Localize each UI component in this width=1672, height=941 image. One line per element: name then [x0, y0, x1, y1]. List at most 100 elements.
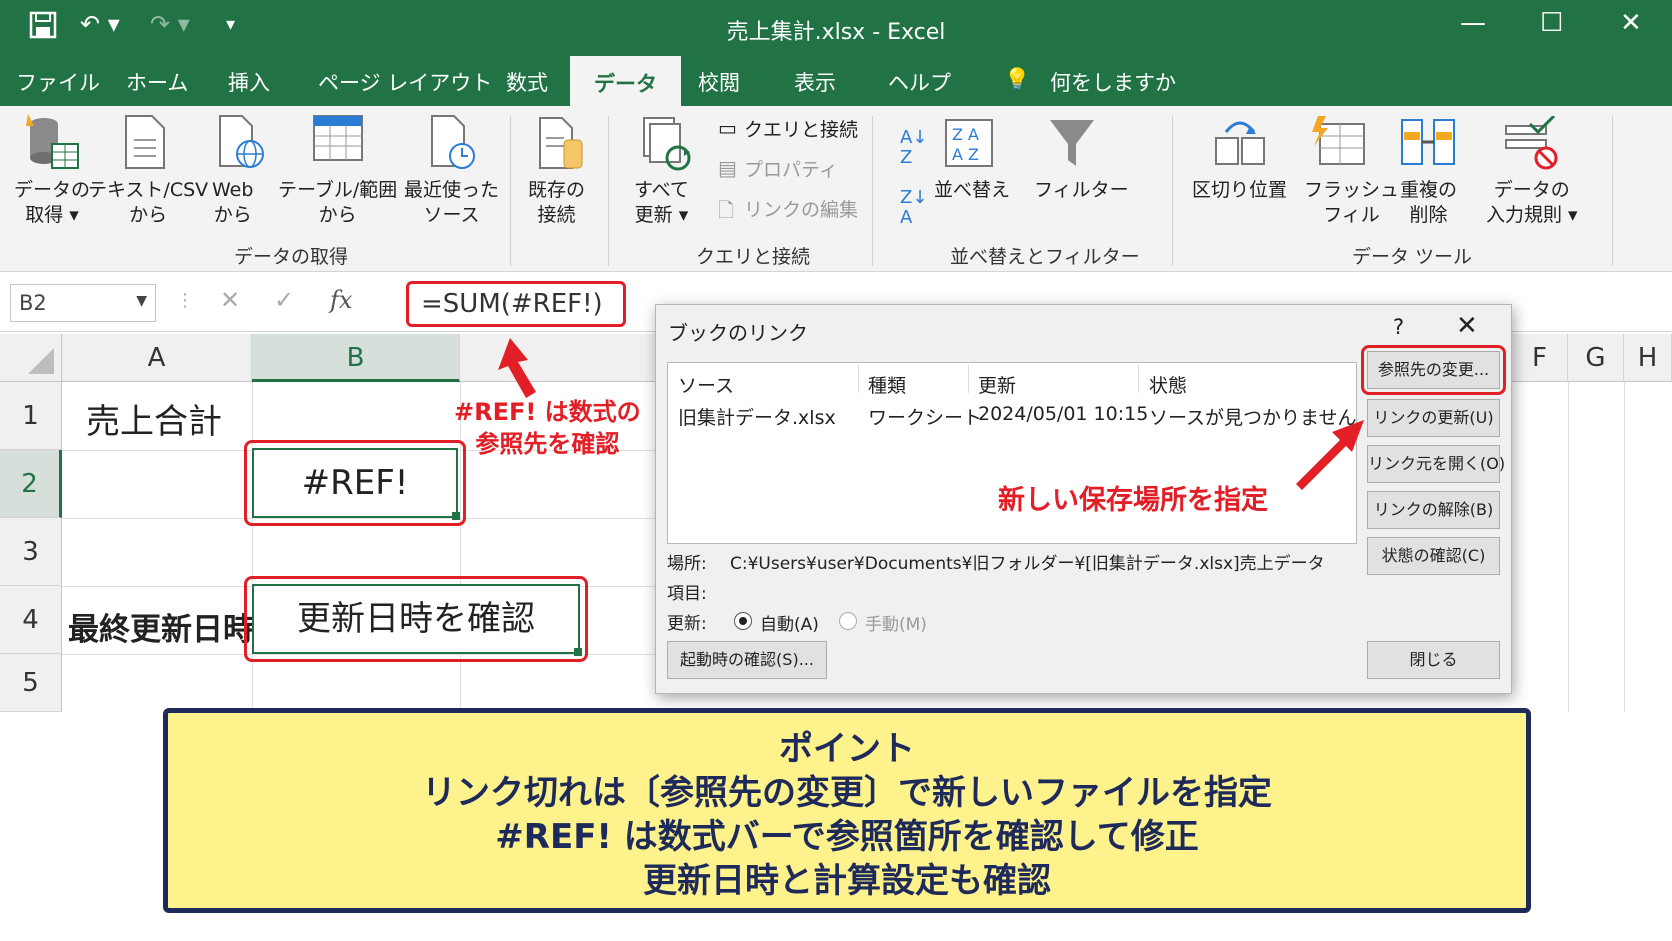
column-header-a[interactable]: A: [62, 334, 252, 382]
point-callout: ポイント リンク切れは〔参照先の変更〕で新しいファイルを指定 #REF! は数式…: [163, 708, 1531, 913]
select-all-corner[interactable]: [0, 334, 62, 382]
update-values-button[interactable]: リンクの更新(U): [1367, 399, 1500, 437]
manual-update-label[interactable]: 手動(M): [865, 610, 927, 635]
from-table-range-button[interactable]: テーブル/範囲 から: [278, 178, 397, 228]
dialog-close-button[interactable]: 閉じる: [1367, 641, 1500, 679]
row-header-5[interactable]: 5: [0, 654, 62, 712]
dialog-title: ブックのリンク: [668, 321, 808, 345]
maximize-button[interactable]: ☐: [1540, 8, 1563, 38]
check-status-button[interactable]: 状態の確認(C): [1367, 537, 1500, 575]
auto-update-label[interactable]: 自動(A): [760, 610, 819, 635]
cell-a4[interactable]: 最終更新日時: [68, 604, 254, 649]
remove-duplicates-icon: [1401, 119, 1455, 165]
dialog-close-icon[interactable]: ✕: [1456, 311, 1478, 341]
link-type: ワークシート: [868, 407, 983, 429]
grid-line: [252, 382, 253, 712]
link-updated: 2024/05/01 10:15: [978, 403, 1149, 425]
group-label-data-tools: データ ツール: [1352, 246, 1473, 268]
remove-duplicates-button[interactable]: 重複の 削除: [1400, 178, 1457, 228]
point-line-2: #REF! は数式バーで参照箇所を確認して修正: [495, 817, 1199, 857]
lightbulb-icon: 💡: [1004, 67, 1031, 91]
close-window-button[interactable]: ✕: [1620, 8, 1642, 38]
help-button[interactable]: ?: [1393, 315, 1404, 339]
tab-page-layout[interactable]: ページ レイアウト: [318, 67, 492, 97]
flash-fill-icon: [1312, 116, 1365, 165]
minimize-button[interactable]: —: [1460, 8, 1486, 38]
sort-descending-icon[interactable]: Z↓ A: [900, 188, 927, 228]
cell-b2[interactable]: #REF!: [252, 448, 458, 518]
manual-update-radio[interactable]: [839, 612, 857, 630]
tab-help[interactable]: ヘルプ: [888, 67, 951, 97]
row-header-2[interactable]: 2: [0, 450, 62, 518]
formula-input[interactable]: =SUM(#REF!): [406, 281, 626, 327]
text-to-columns-button[interactable]: 区切り位置: [1192, 178, 1287, 203]
column-header-b[interactable]: B: [252, 334, 460, 382]
fill-handle[interactable]: [574, 648, 582, 656]
list-item[interactable]: 旧集計データ.xlsx ワークシート 2024/05/01 10:15 ソースが…: [668, 399, 1356, 431]
header-source[interactable]: ソース: [678, 371, 734, 398]
recent-sources-icon: [431, 115, 475, 169]
data-validation-icon: [1505, 116, 1558, 170]
open-source-button[interactable]: リンク元を開く(O): [1367, 445, 1505, 483]
header-type[interactable]: 種類: [868, 371, 906, 398]
sort-button[interactable]: 並べ替え: [934, 178, 1010, 203]
column-header-h[interactable]: H: [1624, 334, 1672, 382]
properties-button[interactable]: プロパティ: [744, 158, 838, 183]
header-status[interactable]: 状態: [1149, 371, 1187, 398]
svg-text:Z A: Z A: [952, 125, 979, 144]
edit-links-icon: 🗋: [718, 198, 735, 222]
ribbon-separator: [510, 116, 511, 266]
change-source-button[interactable]: 参照先の変更...: [1367, 351, 1500, 389]
cancel-icon[interactable]: ✕: [220, 286, 240, 314]
column-header-c[interactable]: [460, 334, 660, 382]
existing-connections-button[interactable]: 既存の 接続: [528, 178, 585, 228]
get-data-button[interactable]: データの 取得 ▾: [14, 178, 90, 228]
auto-update-radio[interactable]: [734, 612, 752, 630]
row-header-1[interactable]: 1: [0, 382, 62, 450]
links-list: ソース 種類 更新 状態 旧集計データ.xlsx ワークシート 2024/05/…: [667, 362, 1357, 544]
queries-connections-button[interactable]: クエリと接続: [744, 118, 858, 143]
refresh-all-button[interactable]: すべて 更新 ▾: [634, 178, 689, 228]
from-web-button[interactable]: Web から: [212, 178, 253, 228]
cell-b4[interactable]: 更新日時を確認: [252, 584, 580, 654]
fill-handle[interactable]: [452, 512, 460, 520]
web-globe-icon: [219, 115, 264, 168]
row-header-3[interactable]: 3: [0, 518, 62, 586]
enter-check-icon[interactable]: ✓: [274, 286, 294, 314]
table-icon: [313, 115, 363, 161]
point-line-1: リンク切れは〔参照先の変更〕で新しいファイルを指定: [422, 773, 1272, 813]
grid-line: [1568, 382, 1569, 712]
insert-function-icon[interactable]: fx: [330, 286, 352, 314]
tab-insert[interactable]: 挿入: [228, 67, 270, 97]
filter-button[interactable]: フィルター: [1034, 178, 1129, 203]
edit-links-button[interactable]: リンクの編集: [744, 198, 858, 223]
break-link-button[interactable]: リンクの解除(B): [1367, 491, 1500, 529]
row-header-4[interactable]: 4: [0, 586, 62, 654]
cell-a1[interactable]: 売上合計: [86, 394, 222, 443]
tell-me-search[interactable]: 何をしますか: [1050, 67, 1176, 97]
column-header-g[interactable]: G: [1568, 334, 1624, 382]
tab-data[interactable]: データ: [570, 56, 681, 106]
recent-sources-button[interactable]: 最近使った ソース: [404, 178, 499, 228]
header-updated[interactable]: 更新: [978, 371, 1016, 398]
column-header-f[interactable]: F: [1512, 334, 1568, 382]
startup-prompt-button[interactable]: 起動時の確認(S)...: [667, 641, 827, 679]
ribbon-separator: [1612, 116, 1613, 266]
sort-ascending-icon[interactable]: A↓ Z: [900, 128, 927, 168]
red-arrow-up-icon: [498, 338, 536, 398]
text-to-columns-icon: [1215, 121, 1265, 165]
ribbon: データの 取得 ▾ テキスト/CSV から Web から テーブル/範囲 から 最近使っ…: [0, 106, 1672, 272]
link-source: 旧集計データ.xlsx: [678, 407, 836, 429]
grid-line: [1624, 382, 1625, 712]
tab-home[interactable]: ホーム: [126, 67, 188, 97]
properties-icon: ▤: [718, 156, 737, 180]
tab-view[interactable]: 表示: [794, 67, 836, 97]
name-box[interactable]: B2 ▼: [10, 284, 156, 322]
tab-formulas[interactable]: 数式: [506, 67, 548, 97]
tab-file[interactable]: ファイル: [16, 67, 100, 97]
from-text-csv-button[interactable]: テキスト/CSV から: [88, 178, 208, 228]
flash-fill-button[interactable]: フラッシュ フィル: [1304, 178, 1399, 228]
chevron-down-icon[interactable]: ▼: [136, 293, 147, 309]
data-validation-button[interactable]: データの 入力規則 ▾: [1486, 178, 1578, 228]
tab-review[interactable]: 校閲: [698, 67, 740, 97]
